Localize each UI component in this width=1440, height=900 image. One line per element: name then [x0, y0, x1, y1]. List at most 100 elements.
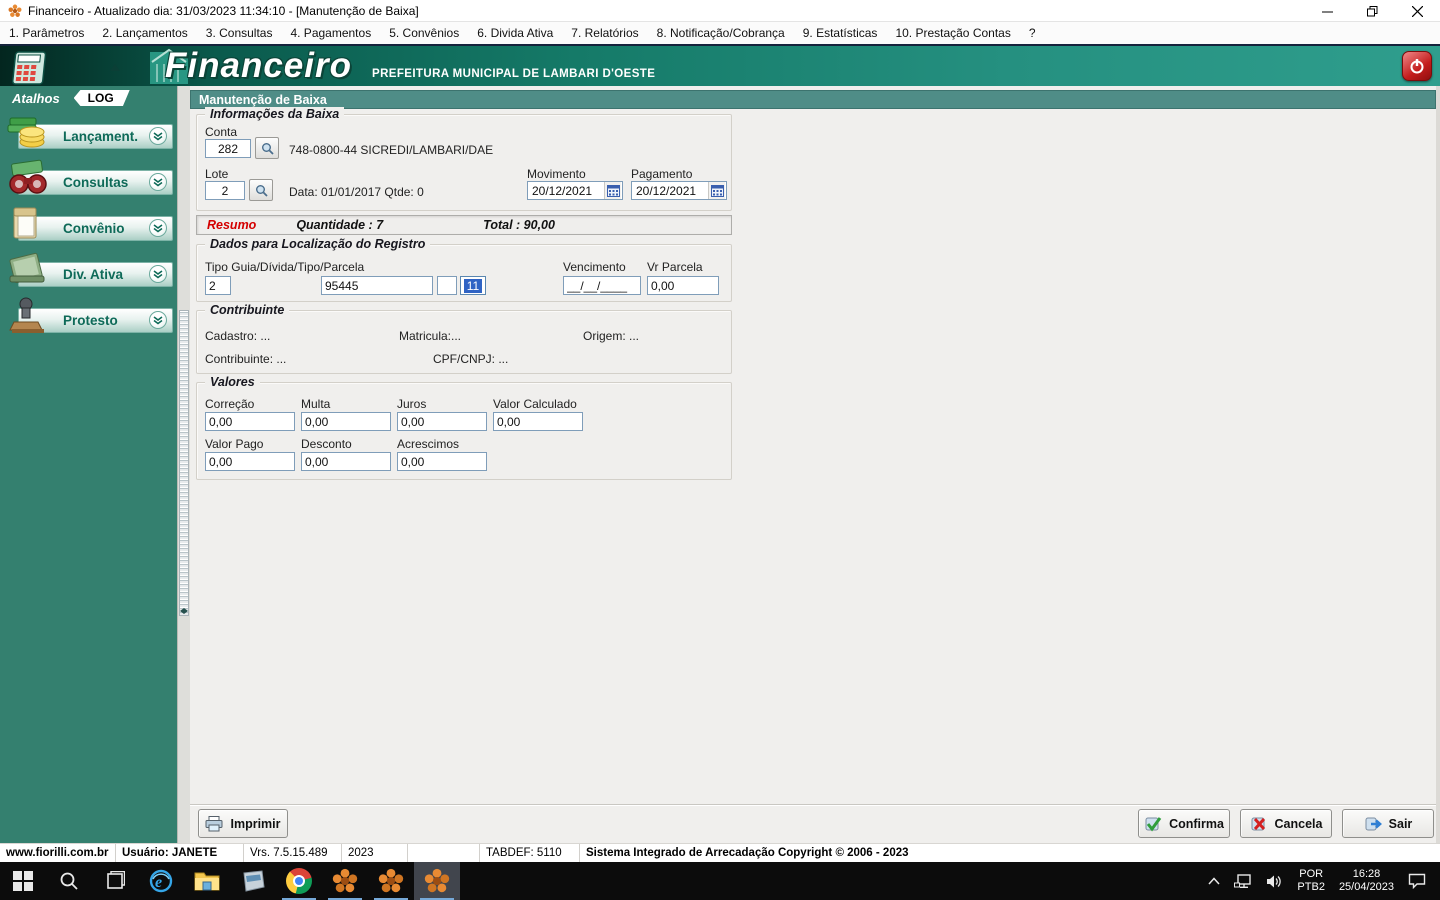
- menu-convenios[interactable]: 5. Convênios: [380, 22, 468, 44]
- tray-network-button[interactable]: [1227, 862, 1259, 900]
- conta-input[interactable]: [205, 139, 251, 158]
- multa-input[interactable]: [301, 412, 391, 431]
- sidebar-item-protesto[interactable]: Protesto: [0, 296, 177, 340]
- menu-help[interactable]: ?: [1020, 22, 1045, 44]
- status-user: Usuário: JANETE: [116, 844, 244, 862]
- status-copyright: Sistema Integrado de Arrecadação Copyrig…: [586, 847, 909, 859]
- vr-parcela-label: Vr Parcela: [647, 260, 703, 274]
- menu-prestacao-contas[interactable]: 10. Prestação Contas: [886, 22, 1019, 44]
- file-explorer-button[interactable]: [184, 862, 230, 900]
- valor-calculado-input[interactable]: [493, 412, 583, 431]
- pagamento-date-field[interactable]: 20/12/2021: [631, 181, 727, 200]
- restore-button[interactable]: [1350, 0, 1395, 22]
- power-button[interactable]: [1402, 51, 1432, 81]
- window-title: Financeiro - Atualizado dia: 31/03/2023 …: [28, 3, 419, 18]
- group-localizacao-registro: Dados para Localização do Registro Tipo …: [196, 237, 732, 302]
- conta-search-button[interactable]: [255, 137, 279, 159]
- menu-parametros[interactable]: 1. Parâmetros: [0, 22, 93, 44]
- confirma-label: Confirma: [1169, 816, 1224, 831]
- stamp-icon: [9, 297, 44, 333]
- splitter-grip[interactable]: [179, 310, 189, 616]
- chevron-down-icon[interactable]: [149, 265, 167, 283]
- confirm-icon: [1145, 816, 1162, 831]
- sidebar-item-divida-ativa[interactable]: Div. Ativa: [0, 250, 177, 294]
- sidebar-splitter[interactable]: [177, 86, 190, 843]
- menu-pagamentos[interactable]: 4. Pagamentos: [281, 22, 380, 44]
- lote-search-button[interactable]: [249, 179, 273, 201]
- menu-divida-ativa[interactable]: 6. Divida Ativa: [468, 22, 562, 44]
- chevron-down-icon[interactable]: [149, 127, 167, 145]
- book-icon: [9, 252, 45, 284]
- tray-language-switcher[interactable]: POR PTB2: [1290, 862, 1332, 900]
- tray-expand-button[interactable]: [1201, 862, 1227, 900]
- fiorilli-app-button-active[interactable]: [414, 862, 460, 900]
- svg-text:e: e: [155, 874, 162, 891]
- cadastro-value: Cadastro: ...: [205, 329, 271, 343]
- ledger-coins-icon: [7, 117, 45, 148]
- vencimento-input[interactable]: [563, 276, 641, 295]
- vr-parcela-input[interactable]: [647, 276, 719, 295]
- minimize-button[interactable]: [1305, 0, 1350, 22]
- lote-input[interactable]: [205, 181, 245, 200]
- tray-volume-button[interactable]: [1259, 862, 1290, 900]
- task-view-button[interactable]: [92, 862, 138, 900]
- calculator-icon: [11, 51, 47, 85]
- sidebar-item-convenio[interactable]: Convênio: [0, 204, 177, 248]
- desconto-input[interactable]: [301, 452, 391, 471]
- cancel-icon: [1251, 817, 1265, 830]
- menu-lancamentos[interactable]: 2. Lançamentos: [93, 22, 196, 44]
- menu-relatorios[interactable]: 7. Relatórios: [562, 22, 647, 44]
- resumo-quantidade: Quantidade : 7: [296, 218, 384, 232]
- tray-clock[interactable]: 16:28 25/04/2023: [1332, 862, 1401, 900]
- entity-name: PREFEITURA MUNICIPAL DE LAMBARI D'OESTE: [372, 68, 656, 80]
- chevron-down-icon[interactable]: [149, 311, 167, 329]
- juros-input[interactable]: [397, 412, 487, 431]
- search-icon: [255, 184, 268, 197]
- desconto-label: Desconto: [301, 437, 352, 451]
- menu-estatisticas[interactable]: 9. Estatísticas: [794, 22, 887, 44]
- chevron-down-icon[interactable]: [149, 219, 167, 237]
- status-year: 2023: [342, 844, 408, 862]
- acrescimos-input[interactable]: [397, 452, 487, 471]
- menu-consultas[interactable]: 3. Consultas: [197, 22, 282, 44]
- tipo-input[interactable]: [205, 276, 231, 295]
- taskbar-search-button[interactable]: [46, 862, 92, 900]
- log-badge[interactable]: LOG: [73, 90, 130, 106]
- fiorilli-app-button-1[interactable]: [322, 862, 368, 900]
- correcao-input[interactable]: [205, 412, 295, 431]
- chrome-button[interactable]: [276, 862, 322, 900]
- start-button[interactable]: [0, 862, 46, 900]
- guia-input[interactable]: [321, 276, 433, 295]
- juros-label: Juros: [397, 397, 427, 411]
- close-button[interactable]: [1395, 0, 1440, 22]
- internet-explorer-button[interactable]: e: [138, 862, 184, 900]
- sidebar-item-lancamento[interactable]: Lançament.: [0, 112, 177, 156]
- fiorilli-app-icon: [332, 868, 358, 893]
- calendar-icon[interactable]: [708, 182, 725, 199]
- divida-input[interactable]: [437, 276, 457, 295]
- splitter-arrows-bottom[interactable]: [179, 608, 189, 616]
- chevron-down-icon[interactable]: [149, 173, 167, 191]
- menu-notificacao-cobranca[interactable]: 8. Notificação/Cobrança: [648, 22, 794, 44]
- calendar-icon[interactable]: [604, 182, 621, 199]
- status-website: www.fiorilli.com.br: [0, 844, 116, 862]
- imprimir-button[interactable]: Imprimir: [198, 809, 288, 838]
- notification-center-button[interactable]: [1401, 862, 1440, 900]
- notification-icon: [1408, 873, 1426, 889]
- matricula-value: Matricula:...: [399, 329, 462, 343]
- group-title: Valores: [205, 375, 260, 389]
- movimento-date-field[interactable]: 20/12/2021: [527, 181, 623, 200]
- lote-label: Lote: [205, 167, 229, 181]
- fiorilli-app-button-2[interactable]: [368, 862, 414, 900]
- app-window-button[interactable]: [230, 862, 276, 900]
- confirma-button[interactable]: Confirma: [1138, 809, 1230, 838]
- cancela-button[interactable]: Cancela: [1240, 809, 1332, 838]
- sidebar-item-consultas[interactable]: Consultas: [0, 158, 177, 202]
- collapse-arrow-icon[interactable]: [110, 64, 120, 71]
- sair-button[interactable]: Sair: [1342, 809, 1434, 838]
- valor-calculado-label: Valor Calculado: [493, 397, 577, 411]
- parcela-input[interactable]: 11: [460, 276, 486, 295]
- sidebar-item-label: Consultas: [63, 175, 129, 190]
- valor-pago-input[interactable]: [205, 452, 295, 471]
- sair-label: Sair: [1388, 816, 1413, 831]
